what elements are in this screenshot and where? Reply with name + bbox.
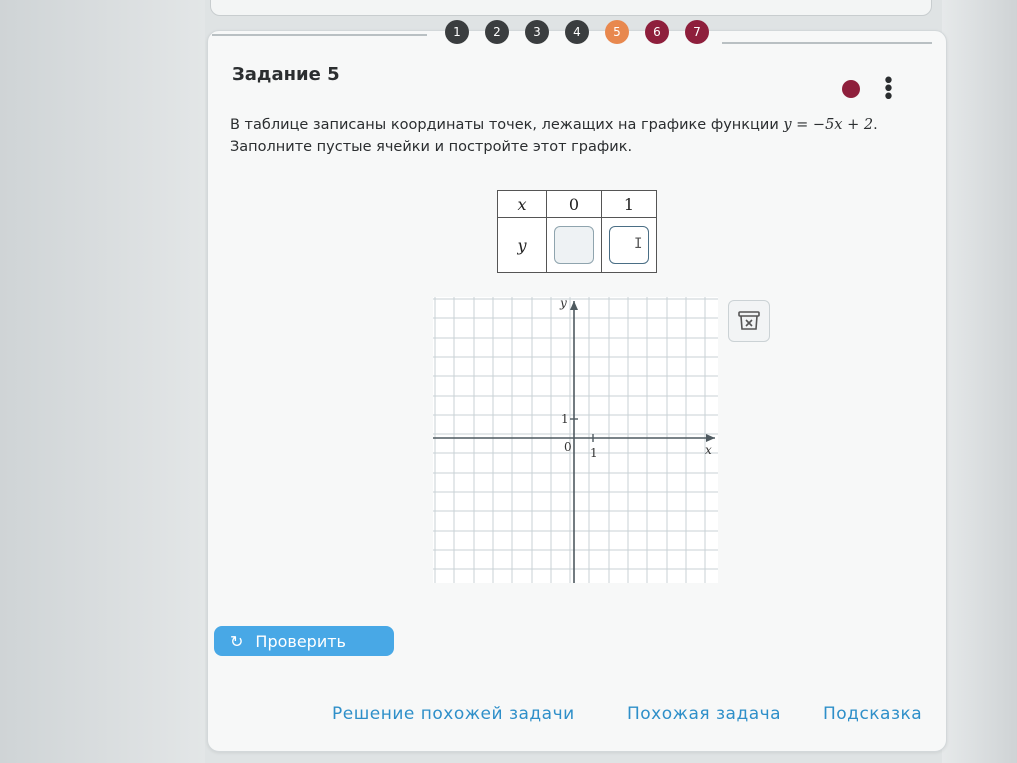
plane-background: [433, 297, 718, 583]
values-table: x 0 1 y I: [497, 190, 657, 273]
refresh-icon: ↻: [230, 631, 244, 651]
previous-card: [210, 0, 932, 16]
task-text-prefix: В таблице записаны координаты точек, леж…: [230, 117, 784, 133]
similar-solution-link[interactable]: Решение похожей задачи: [332, 704, 575, 724]
x-tick-label: 1: [590, 446, 598, 460]
y-axis-label: y: [559, 297, 567, 310]
status-dot: [842, 80, 860, 98]
task-text-suffix: .: [873, 117, 878, 133]
task-statement: В таблице записаны координаты точек, леж…: [230, 114, 910, 158]
task-stepper: 1 2 3 4 5 6 7: [445, 20, 709, 44]
task-title: Задание 5: [232, 64, 340, 85]
hint-link[interactable]: Подсказка: [823, 704, 922, 724]
trash-icon: [738, 311, 760, 330]
task-text-line2: Заполните пустые ячейки и постройте этот…: [230, 139, 633, 155]
check-button[interactable]: ↻ Проверить: [214, 626, 394, 656]
step-1[interactable]: 1: [445, 20, 469, 44]
x-axis-label: x: [705, 443, 712, 457]
clear-graph-button[interactable]: [728, 300, 770, 342]
table-y-cell-1: I: [601, 217, 657, 273]
table-y-cell-0: [546, 217, 602, 273]
y-value-input-1[interactable]: I: [609, 226, 649, 264]
step-4[interactable]: 4: [565, 20, 589, 44]
task-formula: y = −5x + 2: [783, 117, 874, 133]
coordinate-plane[interactable]: y x 0 1 1: [433, 297, 718, 583]
divider-left: [212, 34, 427, 36]
step-3[interactable]: 3: [525, 20, 549, 44]
more-options-icon[interactable]: • • •: [882, 71, 895, 109]
text-cursor-icon: I: [634, 236, 643, 252]
similar-task-link[interactable]: Похожая задача: [627, 704, 781, 724]
origin-label: 0: [564, 440, 572, 454]
background-left: [0, 0, 205, 763]
step-5[interactable]: 5: [605, 20, 629, 44]
step-7[interactable]: 7: [685, 20, 709, 44]
divider-right: [722, 42, 932, 44]
table-x-value-0: 0: [546, 190, 602, 218]
table-x-value-1: 1: [601, 190, 657, 218]
table-header-x: x: [497, 190, 547, 218]
step-6[interactable]: 6: [645, 20, 669, 44]
background-right: [942, 0, 1017, 763]
y-tick-label: 1: [561, 412, 569, 426]
table-header-y: y: [497, 217, 547, 273]
step-2[interactable]: 2: [485, 20, 509, 44]
y-value-input-0[interactable]: [554, 226, 594, 264]
check-button-label: Проверить: [255, 631, 346, 651]
